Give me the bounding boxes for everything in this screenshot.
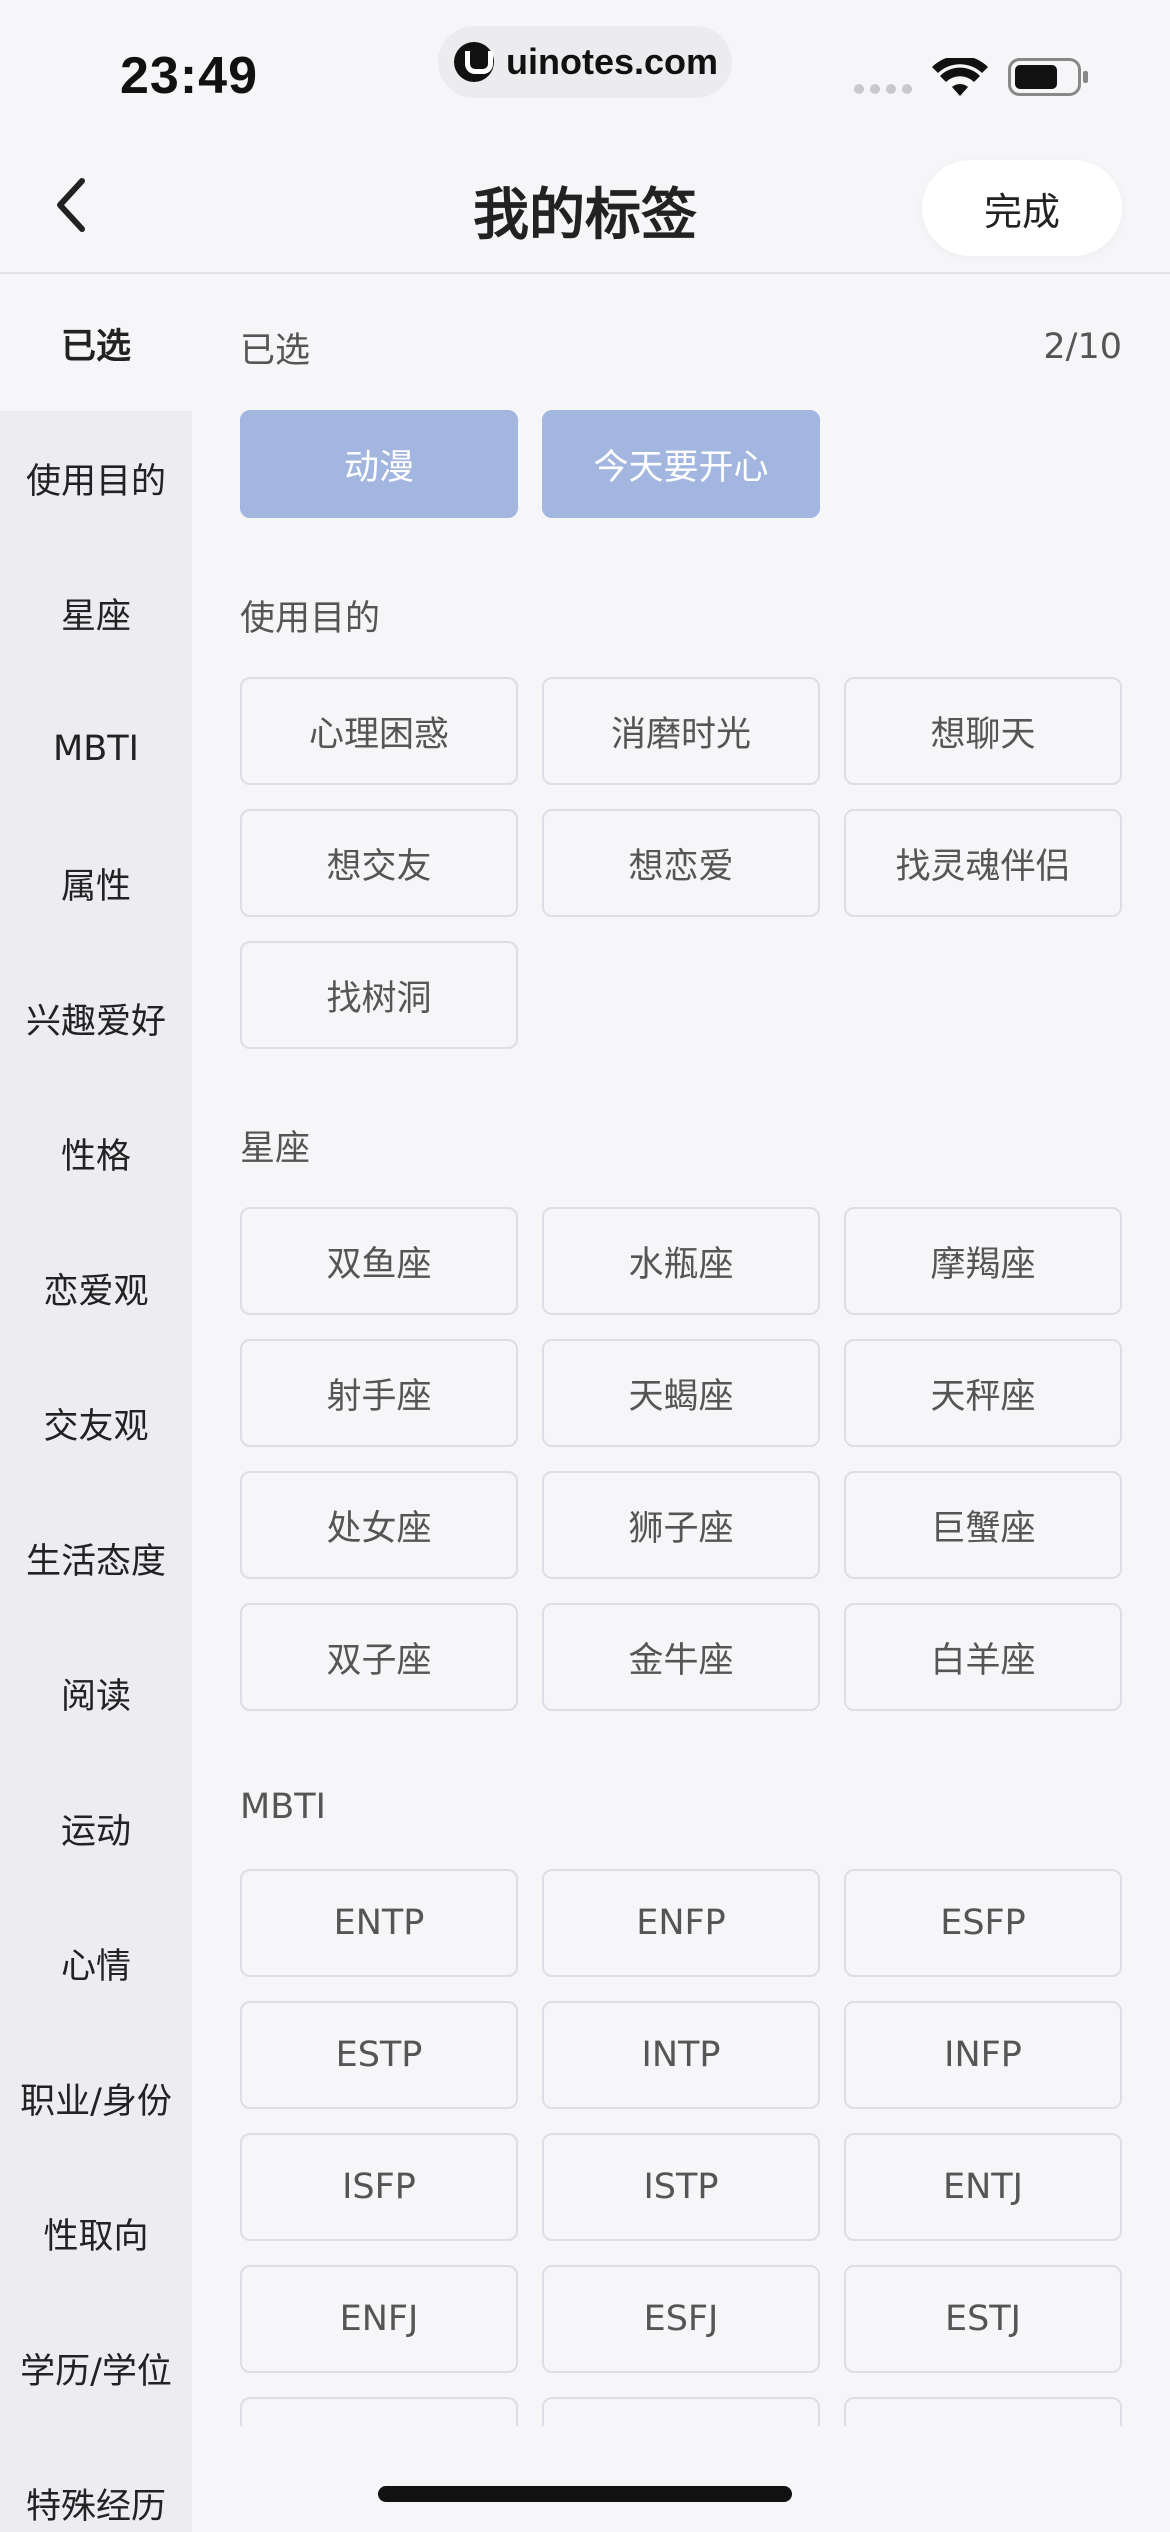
sidebar-item-mbti[interactable]: MBTI bbox=[0, 681, 192, 816]
tag-chip[interactable]: 白羊座 bbox=[844, 1603, 1122, 1711]
sidebar-item-education[interactable]: 学历/学位 bbox=[0, 2301, 192, 2436]
tag-chip[interactable]: 想交友 bbox=[240, 809, 518, 917]
tag-chip[interactable]: 水瓶座 bbox=[542, 1207, 820, 1315]
selected-section-header: 已选 2/10 bbox=[240, 322, 1122, 372]
tag-chip[interactable]: INFP bbox=[844, 2001, 1122, 2109]
sidebar-item-reading[interactable]: 阅读 bbox=[0, 1626, 192, 1761]
section-title: 已选 bbox=[240, 330, 311, 371]
tag-chip[interactable]: ESFJ bbox=[542, 2265, 820, 2373]
tag-chip[interactable]: ENTP bbox=[240, 1869, 518, 1977]
purpose-section-header: 使用目的 bbox=[240, 590, 1122, 640]
tag-chip[interactable]: 找树洞 bbox=[240, 941, 518, 1049]
signal-icon bbox=[854, 84, 912, 94]
tag-chip[interactable] bbox=[844, 2397, 1122, 2426]
battery-icon bbox=[1008, 58, 1088, 96]
zodiac-section-header: 星座 bbox=[240, 1120, 1122, 1170]
status-bar: 23:49 uinotes.com bbox=[0, 0, 1170, 140]
tag-chip[interactable]: 射手座 bbox=[240, 1339, 518, 1447]
tag-chip[interactable]: 心理困惑 bbox=[240, 677, 518, 785]
tag-chip[interactable] bbox=[542, 2397, 820, 2426]
sidebar-item-life-attitude[interactable]: 生活态度 bbox=[0, 1491, 192, 1626]
tag-chip[interactable]: 想恋爱 bbox=[542, 809, 820, 917]
sidebar-item-purpose[interactable]: 使用目的 bbox=[0, 411, 192, 546]
tag-chip[interactable]: 消磨时光 bbox=[542, 677, 820, 785]
tag-content: 已选 2/10 动漫 今天要开心 使用目的 心理困惑 消磨时光 想聊天 想交友 … bbox=[192, 276, 1170, 2426]
tag-chip[interactable]: 摩羯座 bbox=[844, 1207, 1122, 1315]
tag-chip[interactable]: ESFP bbox=[844, 1869, 1122, 1977]
sidebar-item-selected[interactable]: 已选 bbox=[0, 276, 192, 411]
tag-chip[interactable]: INTP bbox=[542, 2001, 820, 2109]
tag-chip[interactable]: 找灵魂伴侣 bbox=[844, 809, 1122, 917]
tag-chip[interactable]: 双子座 bbox=[240, 1603, 518, 1711]
sidebar-item-zodiac[interactable]: 星座 bbox=[0, 546, 192, 681]
tag-chip[interactable]: ENFJ bbox=[240, 2265, 518, 2373]
selected-tag[interactable]: 今天要开心 bbox=[542, 410, 820, 518]
sidebar-item-orientation[interactable]: 性取向 bbox=[0, 2166, 192, 2301]
tag-chip[interactable] bbox=[240, 2397, 518, 2426]
sidebar-item-special-experience[interactable]: 特殊经历 bbox=[0, 2436, 192, 2532]
home-indicator[interactable] bbox=[378, 2486, 792, 2502]
selected-count: 2/10 bbox=[1043, 327, 1122, 367]
url-text: uinotes.com bbox=[506, 41, 719, 82]
wifi-icon bbox=[932, 58, 988, 96]
sidebar-item-occupation[interactable]: 职业/身份 bbox=[0, 2031, 192, 2166]
mbti-section-header: MBTI bbox=[240, 1782, 1122, 1832]
tag-chip[interactable]: ISFP bbox=[240, 2133, 518, 2241]
tag-chip[interactable]: 双鱼座 bbox=[240, 1207, 518, 1315]
tag-chip[interactable]: 狮子座 bbox=[542, 1471, 820, 1579]
status-time: 23:49 bbox=[120, 47, 258, 105]
sidebar-item-love-view[interactable]: 恋爱观 bbox=[0, 1221, 192, 1356]
section-title: 使用目的 bbox=[240, 598, 381, 639]
section-title: 星座 bbox=[240, 1128, 311, 1169]
sidebar-item-attribute[interactable]: 属性 bbox=[0, 816, 192, 951]
section-title: MBTI bbox=[240, 1787, 326, 1827]
sidebar-item-friendship-view[interactable]: 交友观 bbox=[0, 1356, 192, 1491]
tag-chip[interactable]: 处女座 bbox=[240, 1471, 518, 1579]
site-logo-icon bbox=[454, 42, 494, 82]
done-button[interactable]: 完成 bbox=[922, 160, 1122, 256]
sidebar: 已选 使用目的 星座 MBTI 属性 兴趣爱好 性格 恋爱观 交友观 生活态度 … bbox=[0, 276, 192, 2532]
sidebar-item-personality[interactable]: 性格 bbox=[0, 1086, 192, 1221]
sidebar-item-hobbies[interactable]: 兴趣爱好 bbox=[0, 951, 192, 1086]
tag-chip[interactable]: ENTJ bbox=[844, 2133, 1122, 2241]
sidebar-item-sports[interactable]: 运动 bbox=[0, 1761, 192, 1896]
tag-chip[interactable]: 天秤座 bbox=[844, 1339, 1122, 1447]
tag-chip[interactable]: 金牛座 bbox=[542, 1603, 820, 1711]
tag-chip[interactable]: ENFP bbox=[542, 1869, 820, 1977]
sidebar-item-mood[interactable]: 心情 bbox=[0, 1896, 192, 2031]
tag-chip[interactable]: 想聊天 bbox=[844, 677, 1122, 785]
tag-chip[interactable]: ISTP bbox=[542, 2133, 820, 2241]
selected-tag[interactable]: 动漫 bbox=[240, 410, 518, 518]
tag-chip[interactable]: 天蝎座 bbox=[542, 1339, 820, 1447]
nav-bar: 我的标签 完成 bbox=[0, 140, 1170, 274]
tag-chip[interactable]: ESTP bbox=[240, 2001, 518, 2109]
tag-chip[interactable]: 巨蟹座 bbox=[844, 1471, 1122, 1579]
url-pill[interactable]: uinotes.com bbox=[438, 26, 732, 98]
tag-chip[interactable]: ESTJ bbox=[844, 2265, 1122, 2373]
